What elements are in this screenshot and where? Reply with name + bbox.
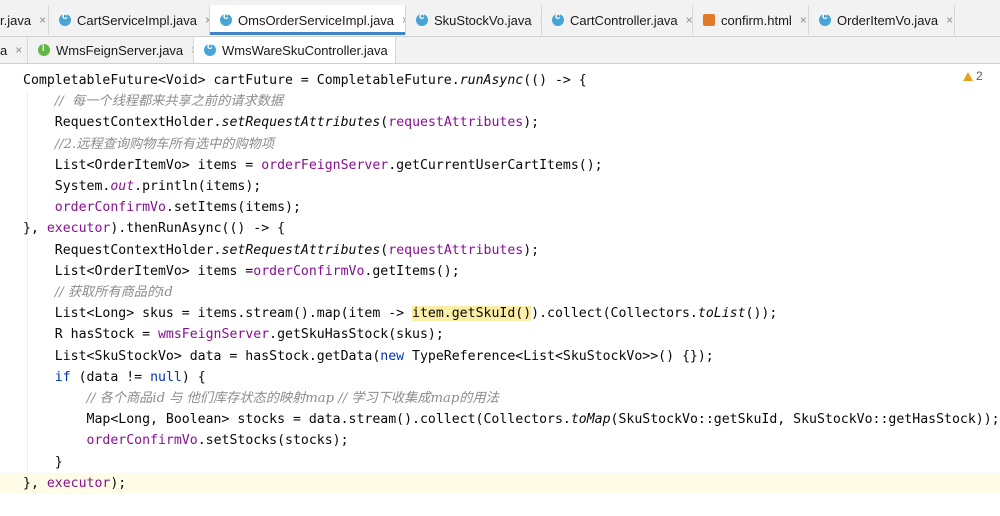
code-line[interactable]: if (data != null) {: [0, 367, 1000, 388]
class-icon: [416, 11, 428, 26]
tab-label: a: [0, 42, 8, 58]
class-icon: [204, 41, 216, 56]
code-text: Map<Long, Boolean> stocks = data.stream(…: [23, 412, 1000, 428]
tab-wmsfeignserver[interactable]: WmsFeignServer.java ×: [28, 37, 194, 63]
code-text: RequestContextHolder.setRequestAttribute…: [23, 242, 540, 258]
tab-label: OmsOrderServiceImpl.java: [238, 12, 395, 28]
code-line[interactable]: List<Long> skus = items.stream().map(ite…: [0, 303, 1000, 324]
code-text: List<OrderItemVo> items =orderConfirmVo.…: [23, 263, 460, 279]
code-text: RequestContextHolder.setRequestAttribute…: [23, 115, 540, 131]
editor-tabs-row-2: a × WmsFeignServer.java × WmsWareSkuCont…: [0, 37, 1000, 64]
tab-omsorderserviceimpl[interactable]: OmsOrderServiceImpl.java ×: [210, 5, 406, 35]
code-text: }, executor).thenRunAsync(() -> {: [23, 221, 286, 237]
code-text: CompletableFuture<Void> cartFuture = Com…: [23, 73, 587, 88]
code-text: // 获取所有商品的id: [54, 285, 173, 300]
code-text: //2.远程查询购物车所有选中的购物项: [54, 136, 275, 152]
tab-label: r.java: [0, 12, 32, 28]
tab-r-java[interactable]: r.java ×: [0, 5, 49, 35]
tab-label: SkuStockVo.java: [434, 12, 532, 28]
code-text: orderConfirmVo.setStocks(stocks);: [86, 433, 349, 449]
close-icon[interactable]: ×: [946, 13, 953, 27]
code-line[interactable]: R hasStock = wmsFeignServer.getSkuHasSto…: [0, 324, 1000, 345]
editor-tabs-row-1: r.java × CartServiceImpl.java × OmsOrder…: [0, 0, 1000, 37]
code-text: R hasStock = wmsFeignServer.getSkuHasSto…: [23, 327, 444, 343]
tab-label: confirm.html: [721, 12, 792, 28]
code-text: List<OrderItemVo> items = orderFeignServ…: [23, 157, 603, 173]
close-icon[interactable]: ×: [686, 13, 692, 27]
tab-a[interactable]: a ×: [0, 37, 28, 63]
code-text: List<Long> skus = items.stream().map(ite…: [23, 306, 778, 322]
close-icon[interactable]: ×: [15, 43, 22, 57]
code-text: System.out.println(items);: [23, 179, 262, 194]
code-text: orderConfirmVo.setItems(items);: [54, 200, 301, 216]
code-line[interactable]: List<OrderItemVo> items =orderConfirmVo.…: [0, 261, 1000, 282]
class-icon: [59, 11, 71, 26]
html-icon: [703, 14, 715, 26]
tab-skustockvo[interactable]: SkuStockVo.java ×: [406, 5, 542, 35]
tab-label: WmsWareSkuController.java: [222, 42, 388, 58]
code-editor[interactable]: 2 CompletableFuture<Void> cartFuture = C…: [0, 64, 1000, 516]
code-line[interactable]: }: [0, 452, 1000, 473]
code-line[interactable]: }, executor);: [0, 472, 1000, 494]
tab-cartcontroller[interactable]: CartController.java ×: [542, 5, 693, 35]
class-icon: [819, 11, 831, 26]
close-icon[interactable]: ×: [39, 13, 46, 27]
code-line[interactable]: List<OrderItemVo> items = orderFeignServ…: [0, 155, 1000, 176]
class-icon: [220, 11, 232, 26]
code-line[interactable]: // 各个商品id 与 他们库存状态的映射map // 学习下收集成map的用法: [0, 388, 1000, 409]
code-line[interactable]: // 每一个线程都来共享之前的请求数据: [0, 91, 1000, 112]
code-line[interactable]: }, executor).thenRunAsync(() -> {: [0, 218, 1000, 239]
code-line[interactable]: System.out.println(items);: [0, 176, 1000, 197]
code-text: }: [23, 454, 63, 470]
code-line[interactable]: Map<Long, Boolean> stocks = data.stream(…: [0, 409, 1000, 430]
code-line[interactable]: CompletableFuture<Void> cartFuture = Com…: [0, 70, 1000, 91]
code-text: List<SkuStockVo> data = hasStock.getData…: [23, 348, 714, 364]
interface-icon: [38, 43, 50, 56]
close-icon[interactable]: ×: [800, 13, 807, 27]
code-line[interactable]: List<SkuStockVo> data = hasStock.getData…: [0, 346, 1000, 367]
tab-label: CartServiceImpl.java: [77, 12, 197, 28]
code-text: }, executor);: [23, 475, 127, 491]
tab-orderitemvo[interactable]: OrderItemVo.java ×: [809, 5, 955, 35]
tab-cartserviceimpl[interactable]: CartServiceImpl.java ×: [49, 5, 210, 35]
code-line[interactable]: RequestContextHolder.setRequestAttribute…: [0, 112, 1000, 133]
class-icon: [552, 11, 564, 26]
code-text: // 每一个线程都来共享之前的请求数据: [54, 94, 284, 110]
tab-label: WmsFeignServer.java: [56, 42, 184, 58]
code-line[interactable]: orderConfirmVo.setStocks(stocks);: [0, 430, 1000, 451]
code-line[interactable]: // 获取所有商品的id: [0, 282, 1000, 303]
tab-wmswareskucontroller[interactable]: WmsWareSkuController.java ×: [194, 37, 396, 63]
code-text: if (data != null) {: [54, 369, 206, 385]
code-text: // 各个商品id 与 他们库存状态的映射map // 学习下收集成map的用法: [86, 391, 499, 406]
tab-confirm-html[interactable]: confirm.html ×: [693, 5, 809, 35]
code-line[interactable]: //2.远程查询购物车所有选中的购物项: [0, 134, 1000, 155]
tab-label: OrderItemVo.java: [837, 12, 939, 28]
code-line[interactable]: orderConfirmVo.setItems(items);: [0, 197, 1000, 218]
tab-label: CartController.java: [570, 12, 678, 28]
code-line[interactable]: RequestContextHolder.setRequestAttribute…: [0, 240, 1000, 261]
